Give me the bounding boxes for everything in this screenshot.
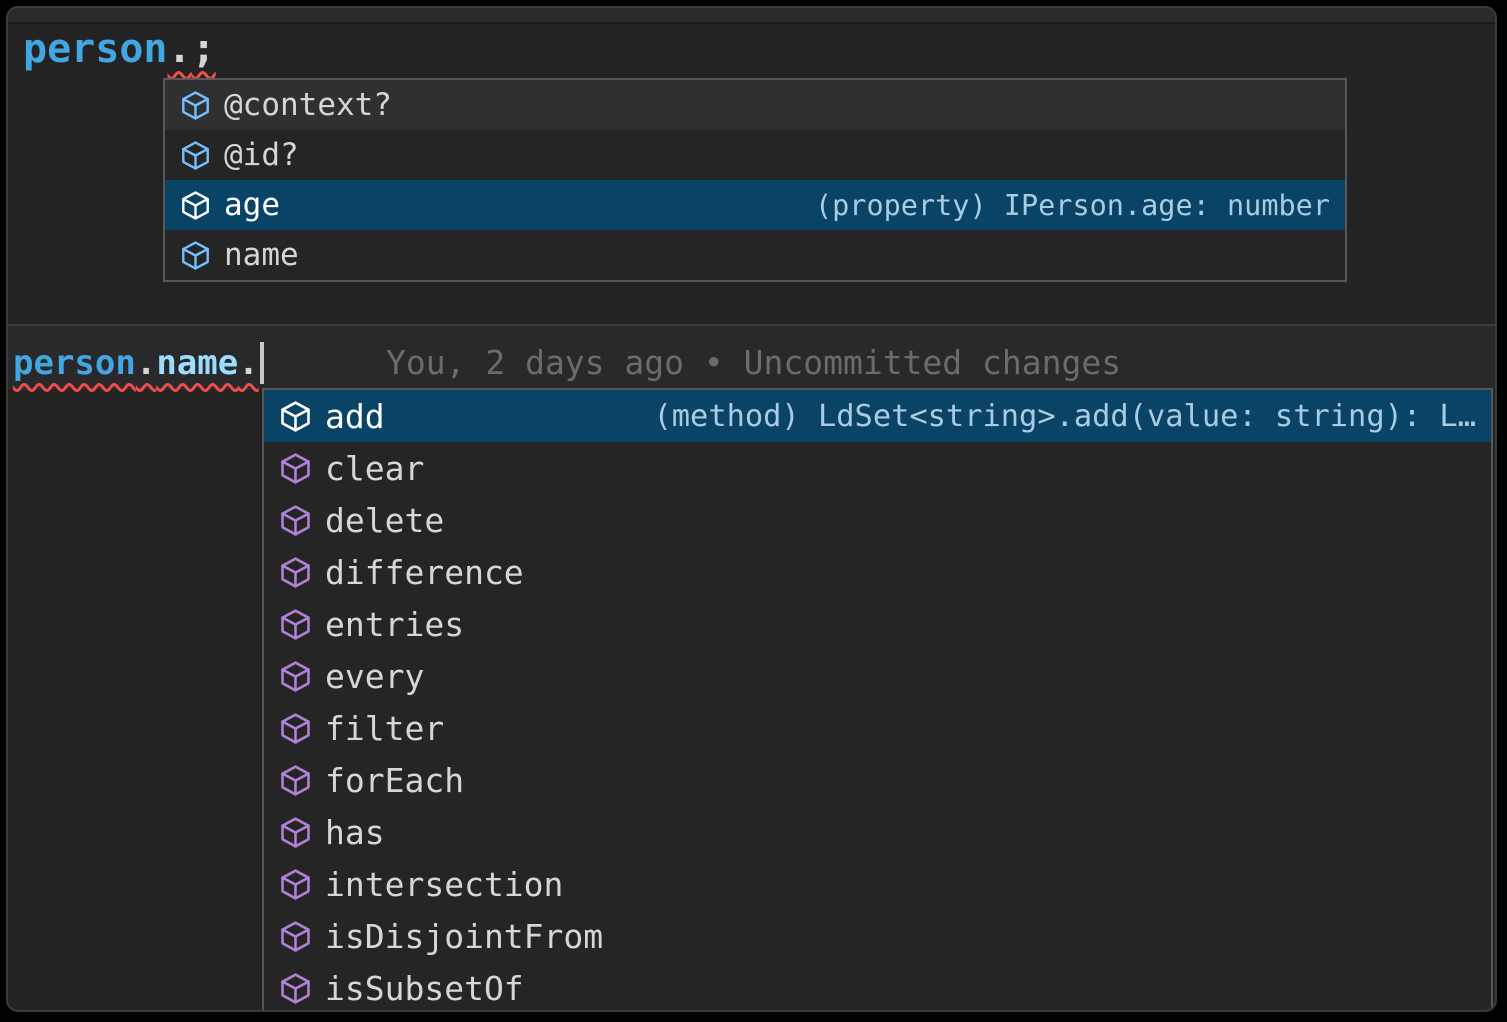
symbol-cube-icon bbox=[279, 452, 312, 485]
suggestion-label: clear bbox=[325, 449, 424, 488]
suggestion-label: every bbox=[325, 657, 424, 696]
suggestion-item-age[interactable]: age (property) IPerson.age: number bbox=[165, 180, 1345, 230]
suggestion-label: entries bbox=[325, 605, 464, 644]
git-blame-annotation: You, 2 days ago • Uncommitted changes bbox=[386, 334, 1121, 392]
suggestion-item-entries[interactable]: entries bbox=[264, 598, 1491, 650]
suggestion-label: add bbox=[325, 397, 385, 436]
suggestion-item-intersection[interactable]: intersection bbox=[264, 858, 1491, 910]
token-person: person bbox=[13, 343, 136, 383]
token-name: name bbox=[156, 343, 238, 383]
suggestion-item-add[interactable]: add (method) LdSet<string>.add(value: st… bbox=[264, 390, 1491, 442]
suggestion-item-filter[interactable]: filter bbox=[264, 702, 1491, 754]
symbol-cube-icon bbox=[180, 240, 211, 271]
suggestion-item-issubsetof[interactable]: isSubsetOf bbox=[264, 962, 1491, 1012]
symbol-cube-icon bbox=[279, 764, 312, 797]
symbol-cube-icon bbox=[180, 90, 211, 121]
token-dot-error: . bbox=[168, 26, 192, 72]
suggest-widget-bottom: add (method) LdSet<string>.add(value: st… bbox=[262, 388, 1493, 1012]
suggestion-item-clear[interactable]: clear bbox=[264, 442, 1491, 494]
symbol-cube-icon bbox=[279, 816, 312, 849]
symbol-cube-icon bbox=[279, 556, 312, 589]
suggestion-label: has bbox=[325, 813, 385, 852]
suggestion-detail: (property) IPerson.age: number bbox=[795, 189, 1330, 222]
suggestion-item-difference[interactable]: difference bbox=[264, 546, 1491, 598]
suggestion-label: @context? bbox=[224, 87, 392, 123]
suggestion-item-context[interactable]: @context? bbox=[165, 80, 1345, 130]
symbol-cube-icon bbox=[279, 972, 312, 1005]
symbol-cube-icon bbox=[279, 920, 312, 953]
text-cursor bbox=[260, 342, 264, 384]
token-person: person bbox=[23, 26, 168, 72]
symbol-cube-icon bbox=[279, 868, 312, 901]
symbol-cube-icon bbox=[279, 400, 312, 433]
symbol-cube-icon bbox=[279, 504, 312, 537]
suggestion-label: intersection bbox=[325, 865, 563, 904]
symbol-cube-icon bbox=[180, 190, 211, 221]
suggestion-detail: (method) LdSet<string>.add(value: string… bbox=[633, 399, 1476, 434]
suggestion-label: age bbox=[224, 187, 280, 223]
suggestion-item-isdisjointfrom[interactable]: isDisjointFrom bbox=[264, 910, 1491, 962]
suggestion-item-every[interactable]: every bbox=[264, 650, 1491, 702]
suggestion-label: @id? bbox=[224, 137, 299, 173]
error-underline-span: person.name. bbox=[13, 334, 259, 392]
symbol-cube-icon bbox=[279, 608, 312, 641]
symbol-cube-icon bbox=[279, 712, 312, 745]
suggestion-label: name bbox=[224, 237, 299, 273]
code-line-top[interactable]: person.; bbox=[23, 22, 216, 76]
token-dot: . bbox=[238, 343, 258, 383]
suggestion-label: isDisjointFrom bbox=[325, 917, 603, 956]
suggest-widget-top: @context? @id? age (property) IPerson.ag… bbox=[163, 78, 1347, 282]
editor-window: person.; @context? @id? age (property bbox=[6, 6, 1497, 1012]
symbol-cube-icon bbox=[279, 660, 312, 693]
suggestion-item-delete[interactable]: delete bbox=[264, 494, 1491, 546]
suggestion-label: isSubsetOf bbox=[325, 969, 524, 1008]
symbol-cube-icon bbox=[180, 140, 211, 171]
suggestion-label: difference bbox=[325, 553, 524, 592]
code-line-bottom[interactable]: person.name. bbox=[13, 334, 264, 392]
suggestion-item-id[interactable]: @id? bbox=[165, 130, 1345, 180]
suggestion-label: forEach bbox=[325, 761, 464, 800]
suggestion-item-has[interactable]: has bbox=[264, 806, 1491, 858]
suggestion-label: delete bbox=[325, 501, 444, 540]
suggestion-item-name[interactable]: name bbox=[165, 230, 1345, 280]
token-dot: . bbox=[136, 343, 156, 383]
token-semicolon-error: ; bbox=[192, 26, 216, 72]
editor-top-strip bbox=[8, 8, 1495, 24]
suggestion-item-foreach[interactable]: forEach bbox=[264, 754, 1491, 806]
suggestion-label: filter bbox=[325, 709, 444, 748]
